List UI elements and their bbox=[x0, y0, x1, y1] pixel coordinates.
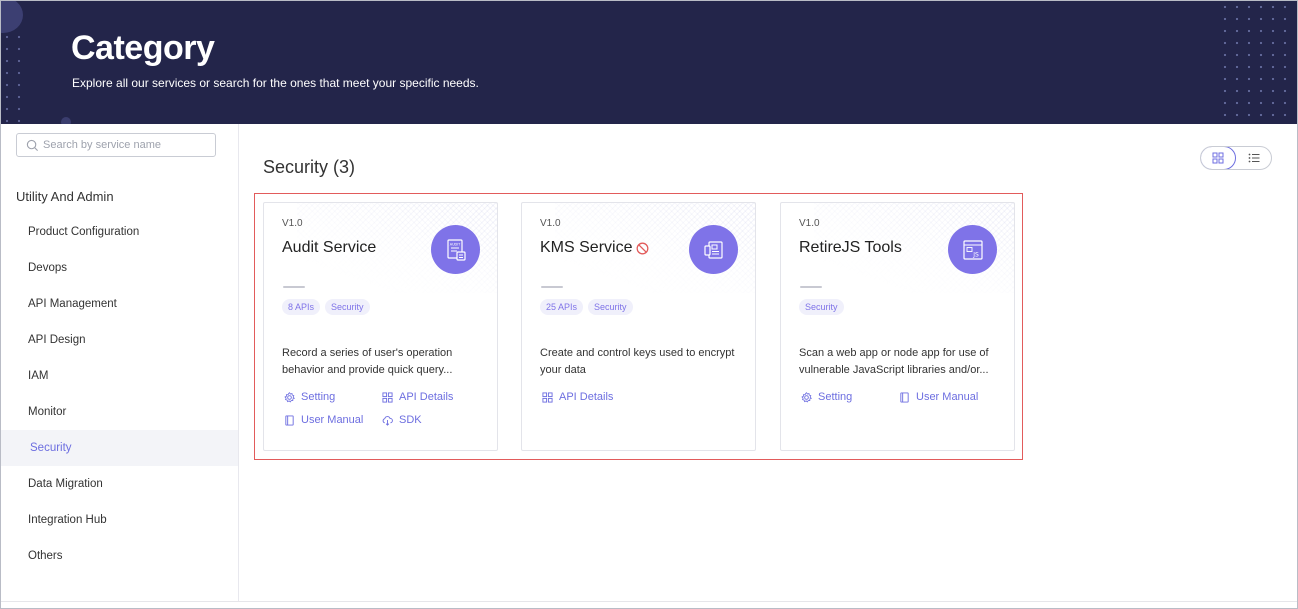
search-input[interactable] bbox=[43, 139, 213, 151]
card-title[interactable]: RetireJS Tools bbox=[799, 239, 902, 257]
card-version: V1.0 bbox=[540, 218, 561, 229]
card-description: Record a series of user's operation beha… bbox=[282, 347, 453, 376]
card-divider bbox=[541, 286, 563, 288]
section-title: Security (3) bbox=[263, 157, 356, 177]
card-title[interactable]: KMS Service bbox=[540, 239, 649, 257]
category-sidebar: Utility And Admin Product Configuration … bbox=[1, 124, 239, 602]
card-tags: 8 APIs Security bbox=[282, 299, 370, 315]
list-icon bbox=[1248, 153, 1259, 163]
decorative-blob bbox=[1, 1, 23, 33]
sidebar-item-data-migration[interactable]: Data Migration bbox=[1, 466, 238, 502]
service-icon-badge bbox=[689, 225, 738, 274]
user-manual-link-label: User Manual bbox=[301, 414, 364, 426]
svg-text:JS: JS bbox=[972, 251, 979, 258]
card-title-text: KMS Service bbox=[540, 239, 633, 256]
sidebar-item-api-management[interactable]: API Management bbox=[1, 286, 238, 322]
book-icon bbox=[900, 391, 909, 403]
book-icon bbox=[285, 414, 294, 426]
card-description: Scan a web app or node app for use of vu… bbox=[799, 347, 989, 376]
grid-icon bbox=[1212, 152, 1224, 164]
card-tags: Security bbox=[799, 299, 844, 315]
key-management-icon bbox=[703, 240, 723, 259]
sidebar-item-monitor[interactable]: Monitor bbox=[1, 394, 238, 430]
page-subtitle: Explore all our services or search for t… bbox=[72, 76, 479, 90]
card-title-text: RetireJS Tools bbox=[799, 239, 902, 256]
card-divider bbox=[283, 286, 305, 288]
view-mode-toggle bbox=[1200, 146, 1272, 170]
grid-icon bbox=[542, 391, 553, 403]
service-icon-badge: AUDIT bbox=[431, 225, 480, 274]
category-tag: Security bbox=[799, 299, 844, 315]
setting-link-label: Setting bbox=[818, 391, 853, 403]
card-version: V1.0 bbox=[799, 218, 820, 229]
grid-icon bbox=[382, 391, 393, 403]
sidebar-item-api-design[interactable]: API Design bbox=[1, 322, 238, 358]
api-details-link-label: API Details bbox=[399, 391, 454, 403]
category-tag: Security bbox=[588, 299, 633, 315]
page-banner: Category Explore all our services or sea… bbox=[1, 1, 1297, 124]
decorative-dot-grid bbox=[1, 31, 23, 124]
api-details-link[interactable]: API Details bbox=[382, 391, 453, 403]
sidebar-item-product-configuration[interactable]: Product Configuration bbox=[1, 214, 238, 250]
grid-view-button[interactable] bbox=[1201, 147, 1237, 169]
prohibited-icon bbox=[637, 242, 649, 254]
service-icon-badge: JS bbox=[948, 225, 997, 274]
search-icon bbox=[26, 139, 39, 151]
api-count-tag: 25 APIs bbox=[540, 299, 584, 315]
sidebar-item-security[interactable]: Security bbox=[1, 430, 238, 466]
setting-link[interactable]: Setting bbox=[284, 391, 335, 403]
sidebar-item-others[interactable]: Others bbox=[1, 538, 238, 574]
sdk-link-label: SDK bbox=[399, 414, 422, 426]
sdk-link[interactable]: SDK bbox=[382, 414, 422, 426]
card-title[interactable]: Audit Service bbox=[282, 239, 376, 257]
sidebar-item-devops[interactable]: Devops bbox=[1, 250, 238, 286]
api-details-link-label: API Details bbox=[559, 391, 614, 403]
sidebar-item-iam[interactable]: IAM bbox=[1, 358, 238, 394]
setting-link-label: Setting bbox=[301, 391, 336, 403]
card-version: V1.0 bbox=[282, 218, 303, 229]
svg-text:AUDIT: AUDIT bbox=[449, 242, 460, 246]
user-manual-link[interactable]: User Manual bbox=[284, 414, 363, 426]
user-manual-link[interactable]: User Manual bbox=[899, 391, 978, 403]
list-view-button[interactable] bbox=[1236, 147, 1271, 169]
search-box[interactable] bbox=[16, 133, 216, 157]
bottom-divider bbox=[1, 601, 1297, 602]
service-card-audit[interactable]: V1.0 Audit Service AUDIT 8 APIs Security… bbox=[263, 202, 498, 451]
category-group-title: Utility And Admin bbox=[16, 189, 114, 204]
category-tag: Security bbox=[325, 299, 370, 315]
gear-icon bbox=[801, 391, 812, 403]
api-details-link[interactable]: API Details bbox=[542, 391, 613, 403]
js-file-icon: JS bbox=[962, 239, 983, 260]
api-count-tag: 8 APIs bbox=[282, 299, 321, 315]
card-tags: 25 APIs Security bbox=[540, 299, 633, 315]
setting-link[interactable]: Setting bbox=[801, 391, 852, 403]
card-divider bbox=[800, 286, 822, 288]
page-title: Category bbox=[71, 29, 215, 67]
service-card-kms[interactable]: V1.0 KMS Service 25 APIs Security Create… bbox=[521, 202, 756, 451]
user-manual-link-label: User Manual bbox=[916, 391, 979, 403]
sidebar-item-integration-hub[interactable]: Integration Hub bbox=[1, 502, 238, 538]
card-title-text: Audit Service bbox=[282, 239, 377, 256]
decorative-dot bbox=[61, 117, 71, 124]
card-description: Create and control keys used to encrypt … bbox=[540, 347, 735, 376]
cloud-download-icon bbox=[382, 415, 393, 426]
decorative-dot-grid bbox=[1219, 1, 1289, 124]
audit-document-icon: AUDIT bbox=[446, 238, 466, 261]
service-card-retirejs[interactable]: V1.0 RetireJS Tools JS Security Scan a w… bbox=[780, 202, 1015, 451]
gear-icon bbox=[284, 391, 295, 403]
